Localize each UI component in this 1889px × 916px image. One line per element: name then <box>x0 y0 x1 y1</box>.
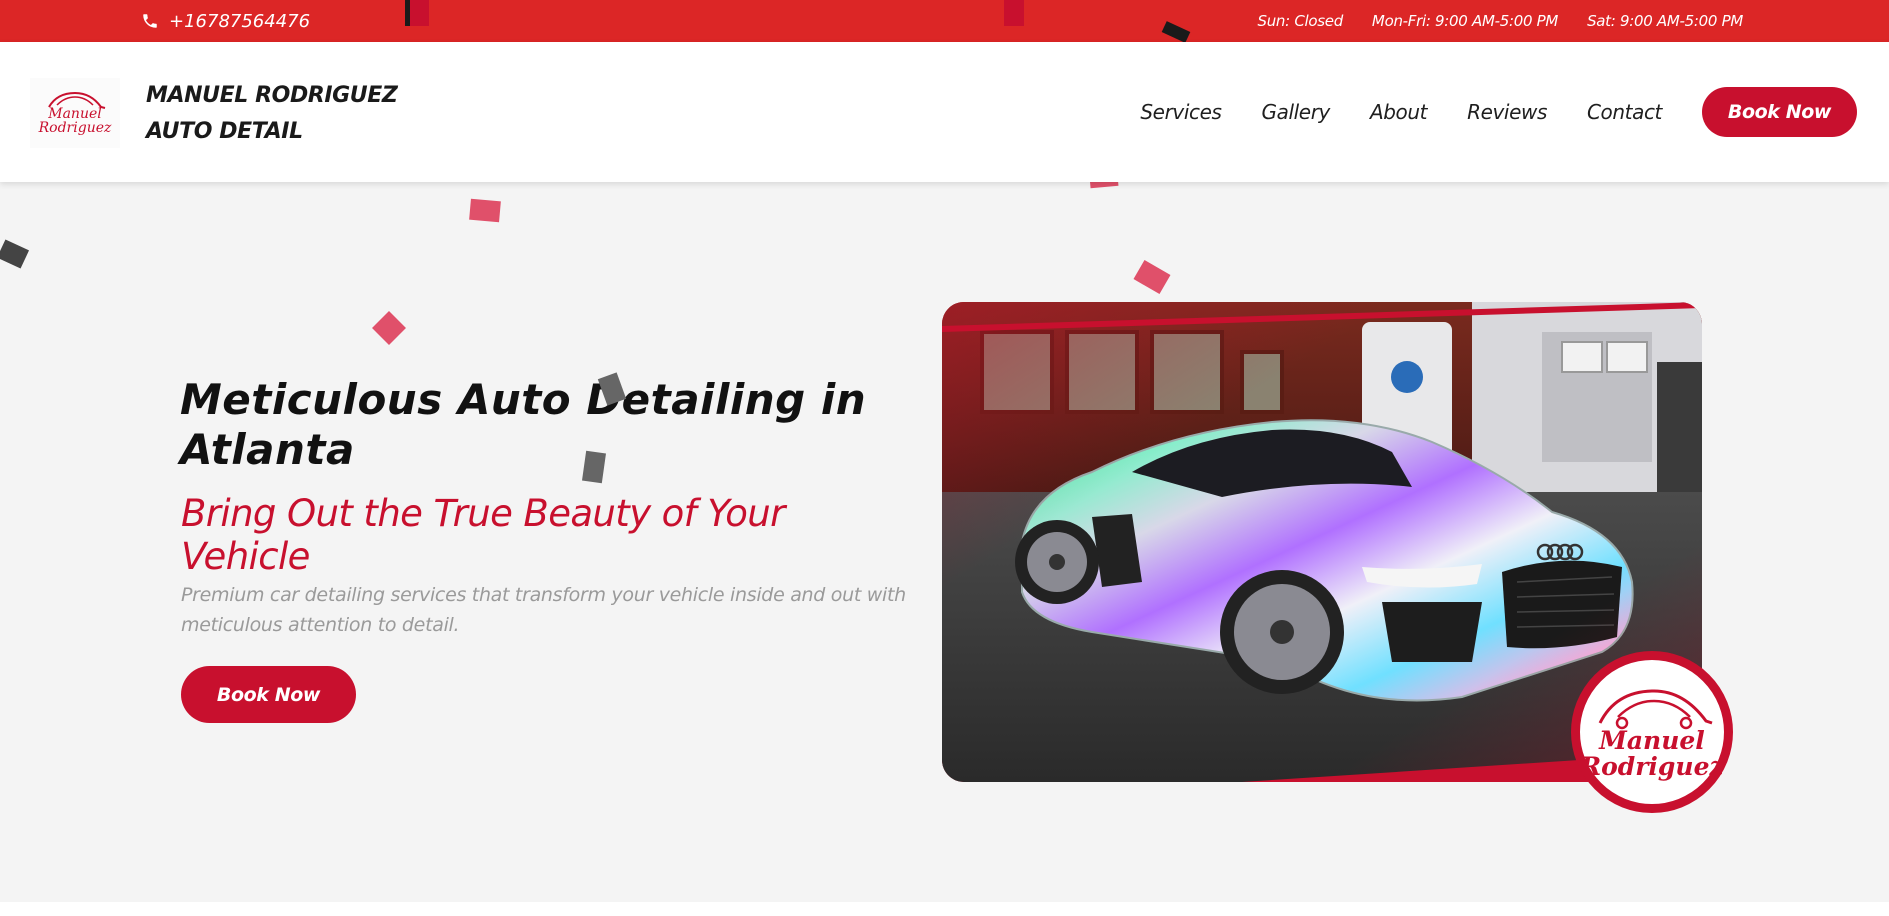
svg-text:Manuel: Manuel <box>1598 726 1705 755</box>
confetti-piece <box>582 450 606 484</box>
nav-services[interactable]: Services <box>1140 100 1222 124</box>
car-logo-icon: Manuel Rodriguez <box>38 91 112 136</box>
hero-title: Meticulous Auto Detailing in Atlanta <box>180 375 867 474</box>
confetti-piece <box>1133 259 1171 295</box>
hours-weekdays: Mon-Fri: 9:00 AM-5:00 PM <box>1371 12 1559 30</box>
nav-reviews[interactable]: Reviews <box>1467 100 1547 124</box>
hero-description: Premium car detailing services that tran… <box>181 584 906 636</box>
confetti-piece <box>1004 0 1024 26</box>
top-bar: +16787564476 Sun: Closed Mon-Fri: 9:00 A… <box>0 0 1889 42</box>
confetti-piece <box>0 239 30 269</box>
hero-book-now-button[interactable]: Book Now <box>181 666 356 723</box>
svg-text:Rodriguez: Rodriguez <box>1582 752 1722 781</box>
nav-gallery[interactable]: Gallery <box>1262 100 1331 124</box>
phone-number: +16787564476 <box>169 10 311 32</box>
main-nav: Services Gallery About Reviews Contact <box>1140 42 1662 182</box>
phone-link[interactable]: +16787564476 <box>141 0 310 42</box>
nav-contact[interactable]: Contact <box>1587 100 1662 124</box>
header-book-now-button[interactable]: Book Now <box>1702 87 1857 137</box>
confetti-piece <box>372 311 406 345</box>
nav-about[interactable]: About <box>1370 100 1428 124</box>
business-hours: Sun: Closed Mon-Fri: 9:00 AM-5:00 PM Sat… <box>1257 0 1743 42</box>
badge-logo: Manuel Rodriguez <box>1571 651 1733 813</box>
phone-icon <box>143 14 157 28</box>
site-logo[interactable]: Manuel Rodriguez <box>30 78 120 148</box>
hours-sunday: Sun: Closed <box>1257 12 1343 30</box>
section-divider <box>0 902 1889 916</box>
site-header: Manuel Rodriguez MANUEL RODRIGUEZ AUTO D… <box>0 42 1889 182</box>
confetti-piece <box>469 198 501 223</box>
car-logo-icon: Manuel Rodriguez <box>1582 689 1722 781</box>
confetti-piece <box>405 0 410 26</box>
brand-line-1: MANUEL RODRIGUEZ <box>146 83 398 108</box>
hours-saturday: Sat: 9:00 AM-5:00 PM <box>1587 12 1743 30</box>
svg-text:Rodriguez: Rodriguez <box>38 120 112 136</box>
hero-subtitle: Bring Out the True Beauty of Your Vehicl… <box>181 492 785 578</box>
brand-line-2: AUTO DETAIL <box>146 119 303 144</box>
brand-name[interactable]: MANUEL RODRIGUEZ AUTO DETAIL <box>146 78 398 150</box>
